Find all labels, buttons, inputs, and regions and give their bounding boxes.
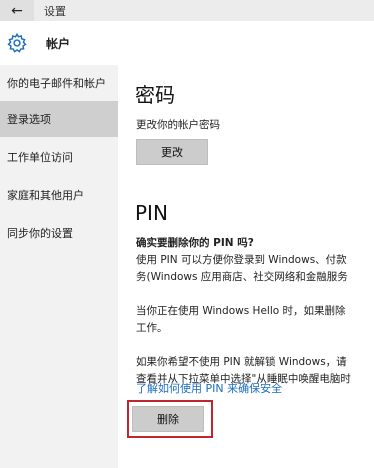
pin-info-line-2: 务(Windows 应用商店、社交网络和金融服务: [136, 271, 348, 283]
change-password-button-label: 更改: [161, 146, 183, 159]
page-header: 帐户: [0, 21, 374, 65]
learn-pin-security-link[interactable]: 了解如何使用 PIN 来确保安全: [136, 380, 282, 396]
page-title: 帐户: [46, 37, 71, 51]
window-title: 设置: [44, 5, 66, 18]
pin-hello-line-1: 当你正在使用 Windows Hello 时，如果删除: [136, 305, 346, 317]
sidebar-item-sign-in-options[interactable]: 登录选项: [0, 101, 118, 137]
sidebar-item-label: 工作单位访问: [7, 151, 73, 164]
sidebar-item-label: 同步你的设置: [7, 227, 73, 240]
sidebar-item-work-access[interactable]: 工作单位访问: [0, 139, 118, 175]
sidebar-item-label: 家庭和其他用户: [7, 189, 84, 202]
pin-heading: PIN: [135, 201, 168, 225]
sidebar-item-label: 你的电子邮件和帐户: [7, 77, 106, 90]
password-description: 更改你的帐户密码: [136, 119, 220, 131]
password-heading: 密码: [135, 83, 175, 107]
back-button[interactable]: ←: [0, 0, 34, 21]
pin-info-line-1: 使用 PIN 可以方便你登录到 Windows、付款: [136, 254, 347, 266]
window-titlebar: ← 设置: [0, 0, 374, 21]
delete-pin-button-label: 删除: [157, 413, 179, 426]
pin-confirm-title: 确实要删除你的 PIN 吗?: [136, 237, 254, 249]
sidebar-item-sync-settings[interactable]: 同步你的设置: [0, 215, 118, 251]
gear-icon: [7, 32, 27, 53]
sidebar-item-label: 登录选项: [7, 113, 51, 126]
back-arrow-icon: ←: [11, 2, 23, 19]
pin-unlock-line-1: 如果你希望不使用 PIN 就解锁 Windows，请: [136, 356, 347, 368]
sidebar-item-family-other-users[interactable]: 家庭和其他用户: [0, 177, 118, 213]
sidebar-item-email-accounts[interactable]: 你的电子邮件和帐户: [0, 65, 118, 101]
delete-pin-button[interactable]: 删除: [132, 406, 204, 432]
main-content: 密码 更改你的帐户密码 更改 PIN 确实要删除你的 PIN 吗? 使用 PIN…: [118, 65, 374, 468]
change-password-button[interactable]: 更改: [136, 139, 208, 165]
sidebar: 你的电子邮件和帐户 登录选项 工作单位访问 家庭和其他用户 同步你的设置: [0, 65, 118, 468]
pin-hello-line-2: 工作。: [136, 322, 168, 334]
